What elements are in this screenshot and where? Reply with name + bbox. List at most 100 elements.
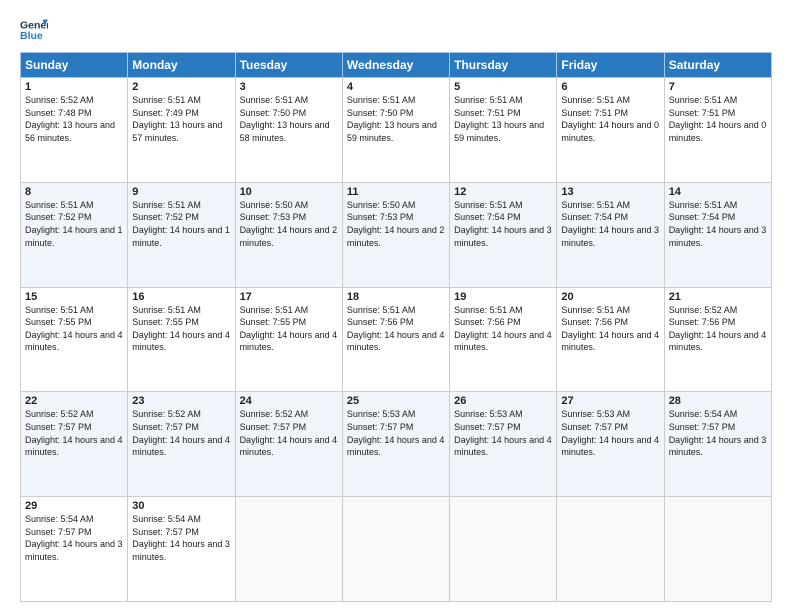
daylight-label: Daylight: 14 hours and 0 minutes.: [669, 120, 767, 143]
table-row: [450, 497, 557, 602]
day-info: Sunrise: 5:54 AM Sunset: 7:57 PM Dayligh…: [669, 408, 767, 458]
sunset-label: Sunset: 7:55 PM: [240, 317, 307, 327]
sunrise-label: Sunrise: 5:51 AM: [25, 200, 94, 210]
daylight-label: Daylight: 14 hours and 2 minutes.: [240, 225, 338, 248]
day-number: 28: [669, 395, 767, 407]
sunset-label: Sunset: 7:50 PM: [240, 108, 307, 118]
sunrise-label: Sunrise: 5:50 AM: [347, 200, 416, 210]
sunset-label: Sunset: 7:51 PM: [454, 108, 521, 118]
sunset-label: Sunset: 7:53 PM: [240, 212, 307, 222]
daylight-label: Daylight: 13 hours and 56 minutes.: [25, 120, 115, 143]
daylight-label: Daylight: 14 hours and 3 minutes.: [454, 225, 552, 248]
sunrise-label: Sunrise: 5:52 AM: [25, 409, 94, 419]
day-info: Sunrise: 5:51 AM Sunset: 7:49 PM Dayligh…: [132, 94, 230, 144]
day-number: 10: [240, 186, 338, 198]
daylight-label: Daylight: 13 hours and 58 minutes.: [240, 120, 330, 143]
table-row: 10 Sunrise: 5:50 AM Sunset: 7:53 PM Dayl…: [235, 182, 342, 287]
daylight-label: Daylight: 14 hours and 3 minutes.: [132, 539, 230, 562]
sunset-label: Sunset: 7:57 PM: [132, 422, 199, 432]
day-number: 5: [454, 81, 552, 93]
day-number: 7: [669, 81, 767, 93]
table-row: 4 Sunrise: 5:51 AM Sunset: 7:50 PM Dayli…: [342, 78, 449, 183]
day-number: 8: [25, 186, 123, 198]
calendar-week-row: 22 Sunrise: 5:52 AM Sunset: 7:57 PM Dayl…: [21, 392, 772, 497]
sunrise-label: Sunrise: 5:51 AM: [347, 305, 416, 315]
day-number: 29: [25, 500, 123, 512]
svg-text:Blue: Blue: [20, 30, 43, 42]
sunset-label: Sunset: 7:55 PM: [132, 317, 199, 327]
day-info: Sunrise: 5:51 AM Sunset: 7:54 PM Dayligh…: [454, 199, 552, 249]
day-info: Sunrise: 5:51 AM Sunset: 7:51 PM Dayligh…: [669, 94, 767, 144]
calendar-week-row: 15 Sunrise: 5:51 AM Sunset: 7:55 PM Dayl…: [21, 287, 772, 392]
sunrise-label: Sunrise: 5:54 AM: [25, 514, 94, 524]
table-row: 18 Sunrise: 5:51 AM Sunset: 7:56 PM Dayl…: [342, 287, 449, 392]
sunset-label: Sunset: 7:56 PM: [454, 317, 521, 327]
sunset-label: Sunset: 7:57 PM: [25, 422, 92, 432]
table-row: 14 Sunrise: 5:51 AM Sunset: 7:54 PM Dayl…: [664, 182, 771, 287]
day-info: Sunrise: 5:51 AM Sunset: 7:54 PM Dayligh…: [669, 199, 767, 249]
day-number: 12: [454, 186, 552, 198]
sunset-label: Sunset: 7:54 PM: [561, 212, 628, 222]
daylight-label: Daylight: 14 hours and 0 minutes.: [561, 120, 659, 143]
day-info: Sunrise: 5:51 AM Sunset: 7:52 PM Dayligh…: [25, 199, 123, 249]
table-row: 6 Sunrise: 5:51 AM Sunset: 7:51 PM Dayli…: [557, 78, 664, 183]
day-info: Sunrise: 5:53 AM Sunset: 7:57 PM Dayligh…: [454, 408, 552, 458]
sunrise-label: Sunrise: 5:54 AM: [669, 409, 738, 419]
daylight-label: Daylight: 14 hours and 3 minutes.: [669, 225, 767, 248]
table-row: 19 Sunrise: 5:51 AM Sunset: 7:56 PM Dayl…: [450, 287, 557, 392]
daylight-label: Daylight: 14 hours and 4 minutes.: [454, 435, 552, 458]
header: General Blue: [20, 16, 772, 44]
day-info: Sunrise: 5:51 AM Sunset: 7:50 PM Dayligh…: [347, 94, 445, 144]
sunset-label: Sunset: 7:50 PM: [347, 108, 414, 118]
sunset-label: Sunset: 7:54 PM: [669, 212, 736, 222]
table-row: 3 Sunrise: 5:51 AM Sunset: 7:50 PM Dayli…: [235, 78, 342, 183]
sunrise-label: Sunrise: 5:52 AM: [240, 409, 309, 419]
table-row: 23 Sunrise: 5:52 AM Sunset: 7:57 PM Dayl…: [128, 392, 235, 497]
table-row: [342, 497, 449, 602]
sunset-label: Sunset: 7:51 PM: [561, 108, 628, 118]
table-row: 30 Sunrise: 5:54 AM Sunset: 7:57 PM Dayl…: [128, 497, 235, 602]
day-number: 24: [240, 395, 338, 407]
table-row: 25 Sunrise: 5:53 AM Sunset: 7:57 PM Dayl…: [342, 392, 449, 497]
table-row: 13 Sunrise: 5:51 AM Sunset: 7:54 PM Dayl…: [557, 182, 664, 287]
col-tuesday: Tuesday: [235, 53, 342, 78]
sunset-label: Sunset: 7:56 PM: [347, 317, 414, 327]
daylight-label: Daylight: 14 hours and 4 minutes.: [240, 435, 338, 458]
day-number: 9: [132, 186, 230, 198]
calendar-week-row: 8 Sunrise: 5:51 AM Sunset: 7:52 PM Dayli…: [21, 182, 772, 287]
table-row: 5 Sunrise: 5:51 AM Sunset: 7:51 PM Dayli…: [450, 78, 557, 183]
day-info: Sunrise: 5:53 AM Sunset: 7:57 PM Dayligh…: [347, 408, 445, 458]
day-info: Sunrise: 5:51 AM Sunset: 7:56 PM Dayligh…: [561, 304, 659, 354]
daylight-label: Daylight: 14 hours and 4 minutes.: [561, 330, 659, 353]
day-number: 30: [132, 500, 230, 512]
sunset-label: Sunset: 7:52 PM: [25, 212, 92, 222]
day-info: Sunrise: 5:54 AM Sunset: 7:57 PM Dayligh…: [132, 513, 230, 563]
table-row: 12 Sunrise: 5:51 AM Sunset: 7:54 PM Dayl…: [450, 182, 557, 287]
logo-icon: General Blue: [20, 16, 48, 44]
day-number: 14: [669, 186, 767, 198]
day-number: 15: [25, 291, 123, 303]
daylight-label: Daylight: 14 hours and 4 minutes.: [347, 330, 445, 353]
sunrise-label: Sunrise: 5:54 AM: [132, 514, 201, 524]
sunrise-label: Sunrise: 5:51 AM: [454, 200, 523, 210]
table-row: 29 Sunrise: 5:54 AM Sunset: 7:57 PM Dayl…: [21, 497, 128, 602]
day-number: 25: [347, 395, 445, 407]
day-number: 3: [240, 81, 338, 93]
day-number: 23: [132, 395, 230, 407]
sunrise-label: Sunrise: 5:50 AM: [240, 200, 309, 210]
sunrise-label: Sunrise: 5:52 AM: [25, 95, 94, 105]
sunrise-label: Sunrise: 5:53 AM: [454, 409, 523, 419]
table-row: 17 Sunrise: 5:51 AM Sunset: 7:55 PM Dayl…: [235, 287, 342, 392]
sunrise-label: Sunrise: 5:51 AM: [347, 95, 416, 105]
page: General Blue Sunday Monday Tuesday Wedne…: [0, 0, 792, 612]
daylight-label: Daylight: 14 hours and 1 minute.: [132, 225, 230, 248]
calendar-week-row: 29 Sunrise: 5:54 AM Sunset: 7:57 PM Dayl…: [21, 497, 772, 602]
day-info: Sunrise: 5:51 AM Sunset: 7:56 PM Dayligh…: [347, 304, 445, 354]
sunset-label: Sunset: 7:56 PM: [561, 317, 628, 327]
day-number: 22: [25, 395, 123, 407]
col-thursday: Thursday: [450, 53, 557, 78]
daylight-label: Daylight: 13 hours and 57 minutes.: [132, 120, 222, 143]
table-row: [664, 497, 771, 602]
calendar-week-row: 1 Sunrise: 5:52 AM Sunset: 7:48 PM Dayli…: [21, 78, 772, 183]
day-number: 4: [347, 81, 445, 93]
